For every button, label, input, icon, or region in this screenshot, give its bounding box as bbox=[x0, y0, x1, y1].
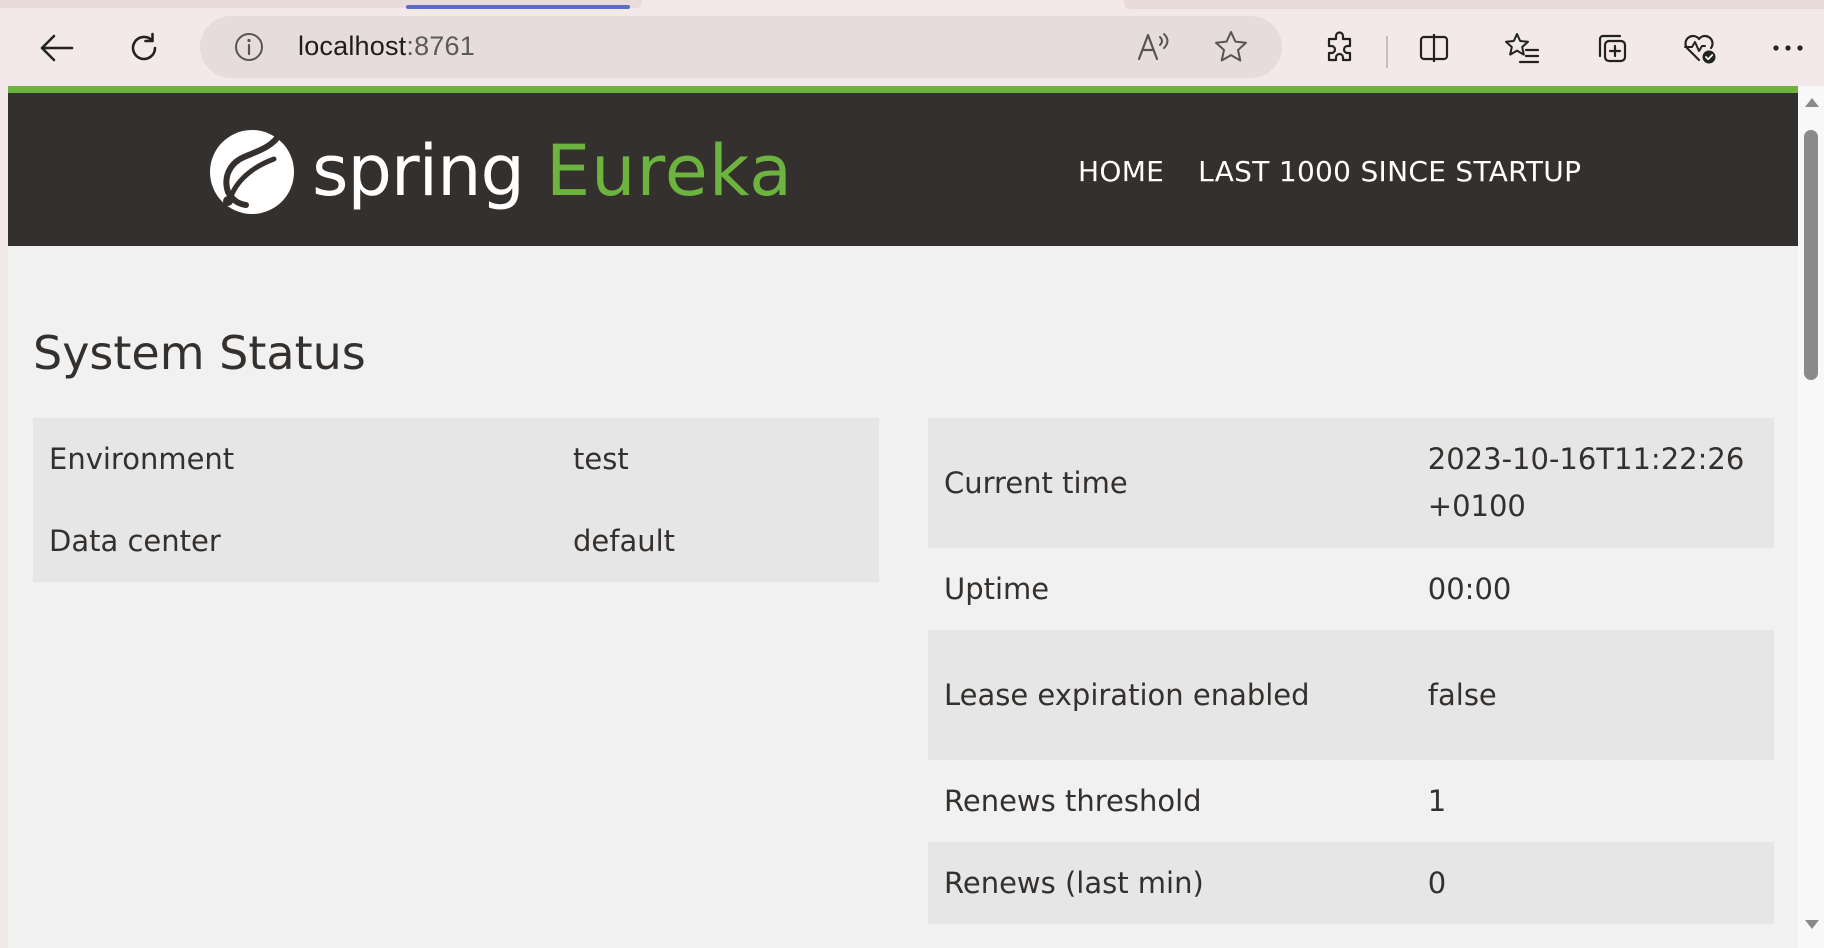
back-arrow-icon[interactable] bbox=[32, 24, 80, 72]
favorites-list-icon[interactable] bbox=[1498, 24, 1546, 72]
accent-stripe bbox=[8, 86, 1798, 93]
row-key: Renews (last min) bbox=[944, 865, 1204, 900]
tab-strip bbox=[0, 0, 1824, 12]
scroll-up-arrow-icon[interactable] bbox=[1805, 98, 1819, 107]
logo-spring-text: spring bbox=[312, 130, 525, 212]
system-info-table: Environment test Data center default bbox=[33, 418, 879, 582]
puzzle-icon[interactable] bbox=[1316, 24, 1364, 72]
url-port: :8761 bbox=[406, 31, 475, 61]
toolbar-divider bbox=[1386, 36, 1388, 68]
read-aloud-icon[interactable] bbox=[1135, 28, 1173, 70]
page-title: System Status bbox=[33, 326, 366, 380]
address-bar[interactable]: localhost:8761 bbox=[200, 16, 1282, 78]
navbar: spring Eureka HOME LAST 1000 SINCE START… bbox=[8, 93, 1798, 246]
table-row: Renews threshold 1 bbox=[928, 760, 1774, 842]
spring-leaf-icon bbox=[210, 130, 294, 214]
table-row: Environment test bbox=[33, 418, 879, 500]
row-key: Data center bbox=[49, 523, 221, 558]
system-status-table: Current time 2023-10-16T11:22:26 +0100 U… bbox=[928, 418, 1774, 924]
row-value: 00:00 bbox=[1427, 571, 1512, 606]
main-nav: HOME LAST 1000 SINCE STARTUP bbox=[1078, 155, 1581, 188]
more-dots-icon[interactable] bbox=[1764, 24, 1812, 72]
row-value: 1 bbox=[1427, 783, 1447, 818]
logo-eureka-text: Eureka bbox=[545, 130, 794, 212]
row-key: Uptime bbox=[944, 571, 1050, 606]
nav-home-link[interactable]: HOME bbox=[1078, 155, 1164, 188]
table-row: Data center default bbox=[33, 500, 879, 582]
row-value: 0 bbox=[1427, 865, 1447, 900]
star-icon[interactable] bbox=[1212, 28, 1250, 70]
active-tab-indicator bbox=[406, 5, 630, 9]
info-icon[interactable] bbox=[233, 31, 265, 67]
heart-pulse-icon[interactable] bbox=[1676, 24, 1724, 72]
nav-last-1000-link[interactable]: LAST 1000 SINCE STARTUP bbox=[1198, 155, 1581, 188]
vertical-scrollbar[interactable] bbox=[1798, 86, 1824, 948]
page-viewport: spring Eureka HOME LAST 1000 SINCE START… bbox=[8, 86, 1798, 948]
browser-toolbar: localhost:8761 bbox=[0, 14, 1824, 82]
scrollbar-thumb[interactable] bbox=[1804, 130, 1818, 380]
refresh-icon[interactable] bbox=[120, 24, 168, 72]
browser-window: localhost:8761 spring Eureka HOME LAST 1… bbox=[0, 0, 1824, 948]
url-host: localhost bbox=[298, 31, 407, 61]
split-screen-icon[interactable] bbox=[1410, 24, 1458, 72]
row-value: default bbox=[573, 523, 676, 558]
url-text[interactable]: localhost:8761 bbox=[298, 31, 475, 62]
spring-eureka-logo[interactable]: spring Eureka bbox=[206, 123, 793, 219]
row-key: Lease expiration enabled bbox=[944, 677, 1310, 712]
row-key: Environment bbox=[49, 441, 235, 476]
row-value: 2023-10-16T11:22:26 +0100 bbox=[1427, 442, 1745, 523]
row-value: false bbox=[1427, 677, 1497, 712]
table-row: Renews (last min) 0 bbox=[928, 842, 1774, 924]
scroll-down-arrow-icon[interactable] bbox=[1805, 920, 1819, 929]
collections-icon[interactable] bbox=[1588, 24, 1636, 72]
row-key: Current time bbox=[944, 465, 1128, 500]
tab-right[interactable] bbox=[1124, 0, 1824, 9]
row-value: test bbox=[573, 441, 629, 476]
table-row: Lease expiration enabled false bbox=[928, 630, 1774, 760]
table-row: Current time 2023-10-16T11:22:26 +0100 bbox=[928, 418, 1774, 548]
row-key: Renews threshold bbox=[944, 783, 1202, 818]
table-row: Uptime 00:00 bbox=[928, 548, 1774, 630]
